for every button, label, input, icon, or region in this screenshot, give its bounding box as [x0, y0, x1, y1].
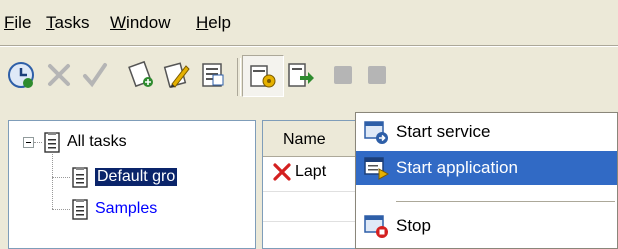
menu-item-label: Start application — [396, 158, 518, 177]
delete-button[interactable] — [42, 58, 76, 92]
menu-separator — [396, 201, 615, 202]
toolbar-separator — [237, 58, 241, 96]
export-button[interactable] — [284, 58, 318, 92]
menu-file[interactable]: File — [4, 13, 31, 33]
stop-icon — [356, 209, 396, 243]
tree-item-all-tasks[interactable]: All tasks — [43, 130, 127, 154]
start-menu-icon — [250, 65, 276, 88]
start-service-icon — [356, 115, 396, 149]
tree-item-label: All tasks — [67, 133, 127, 150]
toolbar — [0, 48, 618, 112]
menu-tasks[interactable]: Tasks — [46, 13, 89, 33]
tree-item-label: Default gro — [93, 167, 179, 187]
menu-window[interactable]: Window — [110, 13, 170, 33]
tree-item-samples[interactable]: Samples — [71, 197, 157, 221]
check-button[interactable] — [78, 58, 112, 92]
edit-task-icon — [163, 62, 190, 88]
start-menu-button[interactable] — [242, 55, 284, 97]
menu-file-mnemonic: F — [4, 13, 15, 32]
task-tree[interactable]: All tasks Default gro Samples — [8, 120, 256, 249]
tree-connector — [52, 209, 70, 210]
pause-gray-icon — [368, 66, 386, 84]
stop-gray-button[interactable] — [326, 58, 360, 92]
edit-task-button[interactable] — [160, 58, 194, 92]
tree-connector — [34, 142, 42, 143]
menu-item-start-service[interactable]: Start service — [356, 115, 617, 149]
menu-help-mnemonic: H — [196, 13, 209, 32]
tree-item-default-group[interactable]: Default gro — [71, 165, 179, 189]
menu-window-mnemonic: W — [110, 13, 127, 32]
properties-button[interactable] — [196, 58, 230, 92]
pause-gray-button[interactable] — [360, 58, 394, 92]
menu-item-label: Stop — [396, 216, 431, 235]
new-task-button[interactable] — [124, 58, 158, 92]
menu-item-start-application[interactable]: Start application — [356, 151, 617, 185]
start-application-icon — [356, 151, 396, 185]
menu-window-rest: indow — [126, 13, 171, 32]
error-x-icon — [273, 163, 291, 181]
table-row[interactable]: Lapt — [273, 163, 326, 181]
task-list-icon — [44, 132, 60, 153]
schedule-icon — [8, 62, 34, 88]
tree-item-label: Samples — [95, 200, 158, 217]
task-list-icon — [72, 199, 88, 220]
collapse-icon[interactable] — [23, 137, 34, 148]
menu-item-stop[interactable]: Stop — [356, 209, 617, 243]
stop-gray-icon — [334, 66, 352, 84]
menu-tasks-rest: asks — [54, 13, 90, 32]
menu-help[interactable]: Help — [196, 13, 231, 33]
properties-icon — [202, 63, 224, 87]
new-task-icon — [128, 60, 153, 88]
check-icon — [83, 63, 107, 88]
menu-bar: File Tasks Window Help — [0, 0, 618, 46]
tree-connector — [52, 177, 70, 178]
menu-item-label: Start service — [396, 122, 491, 141]
menubar-divider-light — [0, 46, 618, 47]
menu-help-rest: elp — [208, 13, 231, 32]
menu-file-rest: ile — [14, 13, 32, 32]
export-icon — [288, 63, 314, 87]
start-dropdown-menu: Start service Start application Stop — [355, 112, 618, 249]
task-list-icon — [72, 167, 88, 188]
delete-icon — [48, 64, 70, 86]
tree-connector — [52, 154, 53, 209]
schedule-button[interactable] — [4, 58, 38, 92]
row-name: Lapt — [295, 163, 327, 180]
menu-tasks-mnemonic: T — [46, 13, 55, 32]
